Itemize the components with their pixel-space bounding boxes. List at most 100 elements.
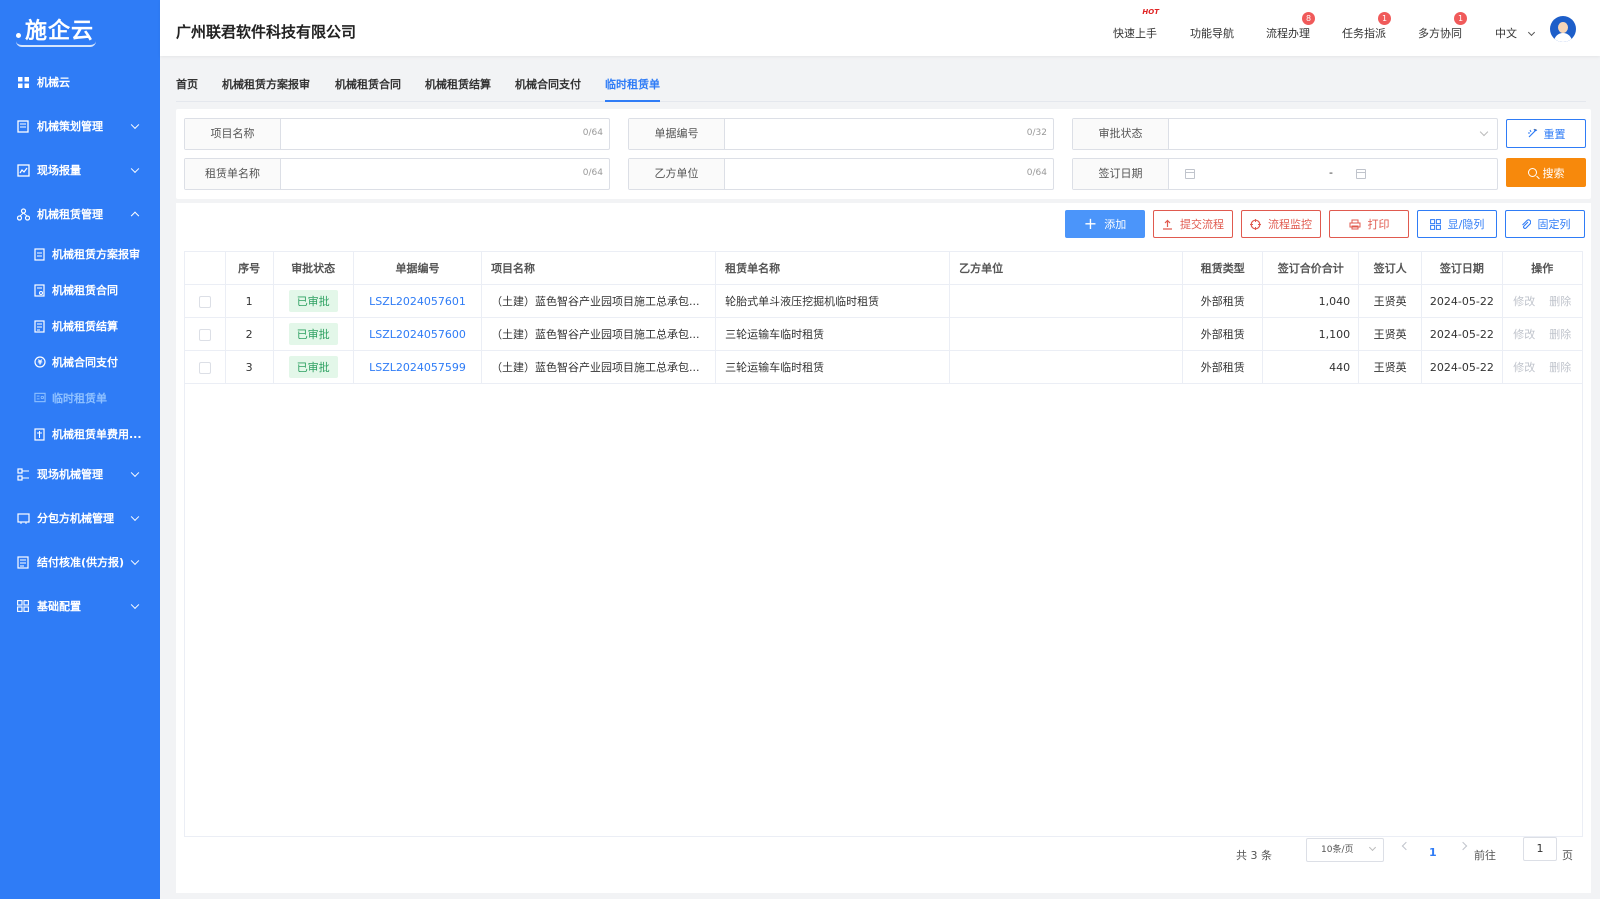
- lease-type-cell: 外部租赁: [1182, 317, 1264, 351]
- sidebar-item-label: 机械策划管理: [37, 120, 103, 133]
- reset-button[interactable]: 重置: [1506, 119, 1586, 148]
- delete-link[interactable]: 删除: [1549, 328, 1571, 341]
- page-suffix: 页: [1562, 849, 1573, 862]
- avatar[interactable]: [1550, 16, 1576, 42]
- toggle-columns-button[interactable]: 显/隐列: [1417, 210, 1497, 238]
- edit-link[interactable]: 修改: [1513, 361, 1535, 374]
- sidebar-item-config[interactable]: 基础配置: [0, 584, 160, 628]
- field-label: 项目名称: [185, 119, 281, 149]
- tab-lease-settlement[interactable]: 机械租赁结算: [425, 76, 491, 102]
- col-header-doc-no: 单据编号: [352, 251, 483, 285]
- delete-link[interactable]: 删除: [1549, 361, 1571, 374]
- col-header-no: 序号: [224, 251, 274, 285]
- doc-no-link[interactable]: LSZL2024057600: [369, 328, 466, 341]
- project-name-cell: （土建）蓝色智谷产业园项目施工总承包...: [481, 350, 717, 384]
- sidebar-item-jixieyun[interactable]: 机械云: [0, 60, 160, 104]
- sidebar-subitem-contract[interactable]: 机械租赁合同: [0, 272, 160, 308]
- nav-label: 流程办理: [1266, 27, 1310, 40]
- sidebar-subitem-settlement[interactable]: 机械租赁结算: [0, 308, 160, 344]
- calendar-icon: [1356, 169, 1366, 179]
- settle-icon: [16, 555, 30, 569]
- logo-text: 施企云: [25, 19, 95, 44]
- nav-quick-start[interactable]: 快速上手 HOT: [1113, 8, 1159, 41]
- row-checkbox[interactable]: [198, 328, 211, 341]
- tab-plan-review[interactable]: 机械租赁方案报审: [222, 76, 310, 102]
- sidebar-subitem-lease-fee[interactable]: 机械租赁单费用...: [0, 416, 160, 452]
- lease-name-cell: 轮胎式单斗液压挖掘机临时租赁: [715, 284, 951, 318]
- nav-collaboration[interactable]: 多方协同 1: [1418, 12, 1467, 41]
- prev-page-icon[interactable]: [1401, 841, 1411, 851]
- document-icon: [34, 247, 46, 261]
- char-count: 0/64: [1026, 168, 1047, 178]
- page-tabs: 首页 机械租赁方案报审 机械租赁合同 机械租赁结算 机械合同支付 临时租赁单: [176, 70, 1586, 102]
- add-button[interactable]: + 添加: [1065, 210, 1145, 238]
- print-button[interactable]: 打印: [1329, 210, 1409, 238]
- logo[interactable]: 施企云: [0, 0, 160, 60]
- amount-cell: 1,040: [1262, 284, 1360, 318]
- tab-lease-contract[interactable]: 机械租赁合同: [335, 76, 401, 102]
- char-count: 0/64: [582, 128, 603, 138]
- process-monitor-button[interactable]: 流程监控: [1241, 210, 1321, 238]
- goto-label: 前往: [1474, 849, 1496, 862]
- pin-columns-button[interactable]: 固定列: [1505, 210, 1585, 238]
- doc-no-link[interactable]: LSZL2024057599: [369, 361, 466, 374]
- chevron-down-icon: [130, 468, 140, 478]
- nav-process[interactable]: 流程办理 8: [1266, 12, 1315, 41]
- tab-home[interactable]: 首页: [176, 76, 198, 102]
- edit-link[interactable]: 修改: [1513, 295, 1535, 308]
- doc-no-link[interactable]: LSZL2024057601: [369, 295, 466, 308]
- tab-contract-payment[interactable]: 机械合同支付: [515, 76, 581, 102]
- notification-badge: 8: [1302, 12, 1315, 25]
- page-size-label: 10条/页: [1321, 845, 1354, 855]
- delete-link[interactable]: 删除: [1549, 295, 1571, 308]
- col-header-signer: 签订人: [1358, 251, 1423, 285]
- field-label: 审批状态: [1073, 119, 1169, 149]
- sidebar-item-label: 结付核准(供方报): [37, 556, 125, 569]
- current-page[interactable]: 1: [1429, 846, 1437, 859]
- party-b-cell: [949, 284, 1184, 318]
- table-row[interactable]: 3 已审批 LSZL2024057599 （土建）蓝色智谷产业园项目施工总承包.…: [184, 350, 1584, 384]
- row-checkbox[interactable]: [198, 295, 211, 308]
- row-checkbox[interactable]: [198, 361, 211, 374]
- sidebar-item-rental-mgmt[interactable]: 机械租赁管理: [0, 192, 160, 236]
- field-label: 乙方单位: [629, 159, 725, 189]
- doc-no-input[interactable]: 0/32: [725, 119, 1053, 149]
- monitor-icon: [1250, 218, 1261, 230]
- sidebar-item-site-machine[interactable]: 现场机械管理: [0, 452, 160, 496]
- sidebar-subitem-payment[interactable]: ¥ 机械合同支付: [0, 344, 160, 380]
- lease-type-cell: 外部租赁: [1182, 350, 1264, 384]
- date-separator: -: [1329, 166, 1333, 179]
- chevron-down-icon: [130, 512, 140, 522]
- lease-name-input[interactable]: 0/64: [281, 159, 609, 189]
- monitor-label: 流程监控: [1268, 218, 1312, 231]
- sidebar-item-subcontract[interactable]: 分包方机械管理: [0, 496, 160, 540]
- lease-table: 序号 审批状态 单据编号 项目名称 租赁单名称 乙方单位 租赁类型 签订合价合计…: [184, 251, 1584, 384]
- fee-icon: [34, 427, 46, 441]
- nav-task-assign[interactable]: 任务指派 1: [1342, 12, 1391, 41]
- next-page-icon[interactable]: [1458, 841, 1468, 851]
- sidebar-subitem-temp-lease[interactable]: 临时租赁单: [0, 380, 160, 416]
- party-b-input[interactable]: 0/64: [725, 159, 1053, 189]
- sidebar-subitem-label: 机械租赁方案报审: [52, 248, 140, 261]
- sign-date-range[interactable]: -: [1169, 159, 1497, 189]
- sidebar-subitem-plan-review[interactable]: 机械租赁方案报审: [0, 236, 160, 272]
- sidebar-subitem-label: 机械租赁单费用...: [52, 428, 142, 441]
- table-row[interactable]: 1 已审批 LSZL2024057601 （土建）蓝色智谷产业园项目施工总承包.…: [184, 284, 1584, 318]
- approval-status-select[interactable]: [1169, 119, 1497, 149]
- sidebar-item-settle-approve[interactable]: 结付核准(供方报): [0, 540, 160, 584]
- sidebar-item-site-report[interactable]: 现场报量: [0, 148, 160, 192]
- page-size-select[interactable]: 10条/页: [1306, 838, 1384, 862]
- project-name-input[interactable]: 0/64: [281, 119, 609, 149]
- nav-function-guide[interactable]: 功能导航: [1190, 25, 1234, 41]
- edit-link[interactable]: 修改: [1513, 328, 1535, 341]
- language-select[interactable]: 中文: [1495, 25, 1535, 41]
- submit-process-button[interactable]: 提交流程: [1153, 210, 1233, 238]
- settlement-icon: [34, 319, 46, 333]
- search-button[interactable]: 搜索: [1506, 158, 1586, 187]
- hot-tag: HOT: [1142, 8, 1159, 16]
- table-row[interactable]: 2 已审批 LSZL2024057600 （土建）蓝色智谷产业园项目施工总承包.…: [184, 317, 1584, 351]
- sidebar-item-planning[interactable]: 机械策划管理: [0, 104, 160, 148]
- char-count: 0/64: [582, 168, 603, 178]
- goto-page-input[interactable]: 1: [1523, 837, 1557, 861]
- tab-temp-lease[interactable]: 临时租赁单: [605, 76, 660, 102]
